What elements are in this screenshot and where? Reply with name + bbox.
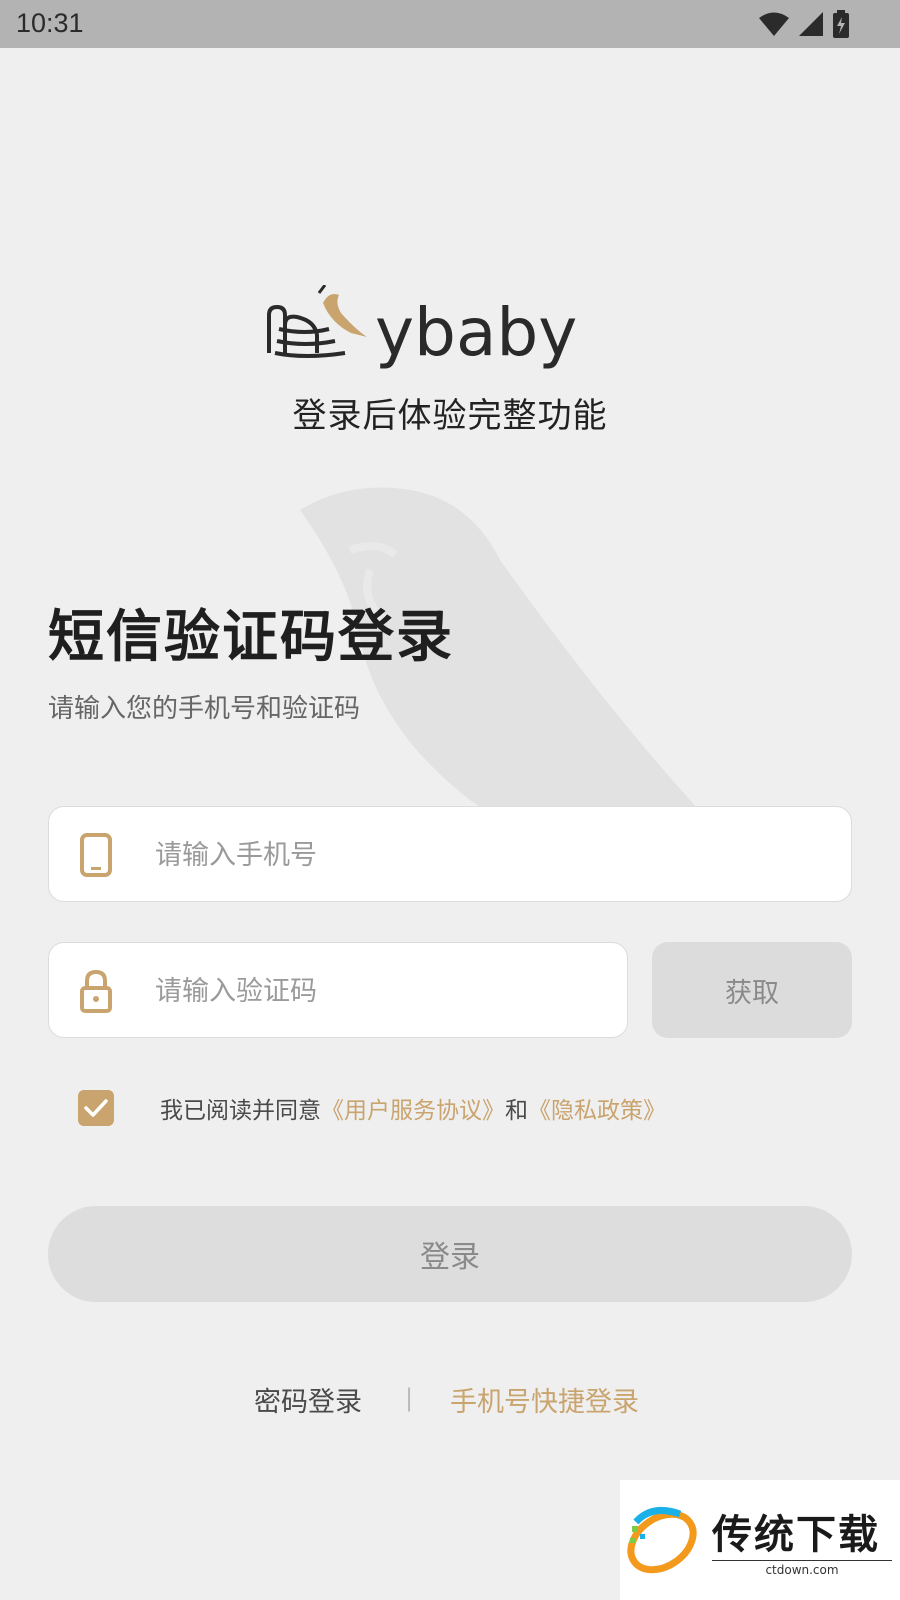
get-code-button[interactable]: 获取	[652, 942, 852, 1038]
mybaby-logo: ybaby	[267, 285, 577, 371]
agreement-and: 和	[505, 1098, 528, 1124]
code-field[interactable]	[48, 942, 628, 1039]
status-bar: 10:31	[0, 0, 900, 48]
phone-icon	[80, 833, 112, 877]
terms-link[interactable]: 《用户服务协议》	[321, 1098, 505, 1124]
logo-text: ybaby	[375, 294, 577, 371]
battery-charging-icon	[833, 10, 849, 38]
signal-icon	[799, 12, 823, 36]
checkmark-icon	[84, 1099, 108, 1117]
status-icons	[758, 10, 850, 38]
code-input[interactable]	[153, 943, 615, 1039]
tagline: 登录后体验完整功能	[292, 396, 608, 436]
login-mode-switch: 密码登录 | 手机号快捷登录	[0, 1380, 900, 1420]
status-time: 10:31	[16, 8, 84, 38]
privacy-link[interactable]: 《隐私政策》	[528, 1098, 666, 1124]
phone-input[interactable]	[153, 807, 839, 903]
page-subtitle: 请输入您的手机号和验证码	[48, 694, 361, 724]
agreement-checkbox[interactable]	[78, 1090, 114, 1126]
wifi-icon	[759, 12, 789, 36]
site-url: ctdown.com	[712, 1560, 892, 1577]
site-name: 传统下载	[712, 1512, 880, 1558]
agreement-prefix: 我已阅读并同意	[160, 1098, 321, 1124]
agreement-text: 我已阅读并同意《用户服务协议》和《隐私政策》	[160, 1091, 666, 1125]
agreement-row: 我已阅读并同意《用户服务协议》和《隐私政策》	[78, 1090, 666, 1126]
page-title: 短信验证码登录	[48, 605, 454, 670]
quick-login-link[interactable]: 手机号快捷登录	[450, 1380, 639, 1419]
phone-field[interactable]	[48, 806, 852, 903]
site-logo-icon	[627, 1506, 697, 1574]
separator: |	[405, 1384, 414, 1412]
lock-icon	[80, 969, 112, 1013]
password-login-link[interactable]: 密码登录	[254, 1380, 362, 1419]
login-button[interactable]: 登录	[48, 1206, 852, 1302]
download-site-watermark: 传统下载 ctdown.com	[620, 1480, 900, 1600]
